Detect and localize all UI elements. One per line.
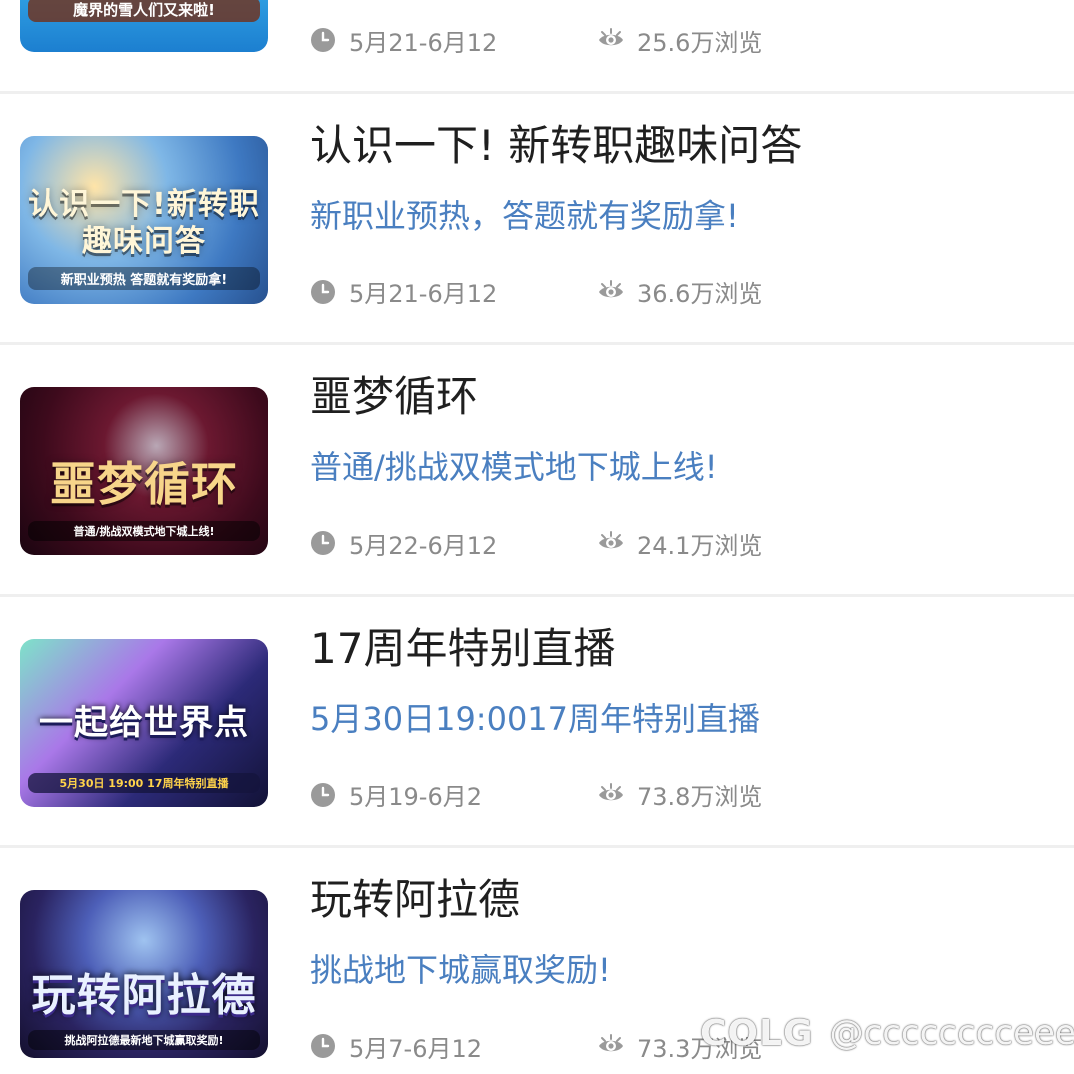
watermark-handle: @cccccccceee (829, 1013, 1074, 1053)
activity-banner[interactable]: 噩梦循环 普通/挑战双模式地下城上线! (20, 387, 268, 555)
eye-icon (599, 531, 623, 549)
eye-icon (599, 28, 623, 46)
activity-meta: 5月21-6月12 36.6万浏览 (310, 272, 1010, 312)
eye-icon (599, 1034, 623, 1052)
date-text: 5月7-6月12 (349, 1034, 483, 1063)
activity-date: 5月19-6月2 (310, 775, 482, 815)
date-text: 5月21-6月12 (349, 280, 498, 308)
list-item[interactable]: 一起给世界点 5月30日 19:00 17周年特别直播 17周年特别直播 5月3… (0, 597, 1074, 848)
list-item[interactable]: 认识一下!新转职趣味问答 新职业预热 答题就有奖励拿! 认识一下! 新转职趣味问… (0, 94, 1074, 345)
activity-meta: 5月22-6月12 24.1万浏览 (310, 523, 1010, 563)
banner-title: 一起给世界点 (39, 702, 249, 743)
list-item[interactable]: 魔界的雪人们又来啦! 5月21-6月12 25.6万浏览 (0, 0, 1074, 94)
views-text: 36.6万浏览 (637, 280, 763, 308)
clock-icon (311, 782, 335, 807)
activity-title: 噩梦循环 (310, 372, 479, 421)
list-item[interactable]: 噩梦循环 普通/挑战双模式地下城上线! 噩梦循环 普通/挑战双模式地下城上线! … (0, 345, 1074, 597)
views-text: 24.1万浏览 (637, 531, 763, 560)
activity-banner[interactable]: 玩转阿拉德 挑战阿拉德最新地下城赢取奖励! (20, 890, 268, 1058)
banner-subtitle: 魔界的雪人们又来啦! (28, 0, 260, 22)
banner-title: 认识一下!新转职趣味问答 (28, 186, 260, 260)
views-text: 73.8万浏览 (637, 783, 763, 811)
clock-icon (311, 1034, 335, 1058)
clock-icon (311, 531, 335, 555)
activity-date: 5月21-6月12 (310, 20, 497, 60)
activity-meta: 5月19-6月2 73.8万浏览 (310, 775, 1010, 815)
activity-subtitle: 新职业预热，答题就有奖励拿! (310, 196, 739, 235)
eye-icon (599, 782, 623, 800)
activity-banner[interactable]: 魔界的雪人们又来啦! (20, 0, 268, 52)
activity-banner[interactable]: 一起给世界点 5月30日 19:00 17周年特别直播 (20, 638, 268, 807)
activity-list: 魔界的雪人们又来啦! 5月21-6月12 25.6万浏览 认识一下!新转职趣味问… (0, 0, 1074, 1074)
activity-views: 73.8万浏览 (598, 775, 762, 815)
activity-views: 36.6万浏览 (598, 272, 762, 312)
clock-icon (311, 28, 335, 52)
date-text: 5月19-6月2 (349, 783, 483, 811)
activity-date: 5月21-6月12 (310, 272, 497, 312)
date-text: 5月21-6月12 (349, 28, 498, 57)
activity-title: 玩转阿拉德 (310, 875, 521, 924)
activity-subtitle: 普通/挑战双模式地下城上线! (310, 448, 718, 486)
activity-title: 17周年特别直播 (310, 623, 616, 673)
watermark: COLG @cccccccceee (700, 1008, 1074, 1058)
banner-subtitle: 5月30日 19:00 17周年特别直播 (28, 772, 260, 793)
banner-subtitle: 普通/挑战双模式地下城上线! (28, 521, 260, 541)
activity-views: 24.1万浏览 (598, 523, 762, 563)
clock-icon (311, 279, 335, 304)
eye-icon (599, 279, 623, 297)
activity-title: 认识一下! 新转职趣味问答 (310, 120, 803, 170)
activity-views: 25.6万浏览 (598, 20, 762, 60)
activity-date: 5月22-6月12 (310, 523, 497, 563)
activity-date: 5月7-6月12 (310, 1026, 482, 1066)
activity-subtitle: 5月30日19:0017周年特别直播 (310, 699, 761, 738)
activity-banner[interactable]: 认识一下!新转职趣味问答 新职业预热 答题就有奖励拿! (20, 135, 268, 304)
banner-title: 噩梦循环 (50, 456, 238, 511)
activity-subtitle: 挑战地下城赢取奖励! (310, 951, 611, 989)
banner-title: 玩转阿拉德 (31, 970, 257, 1021)
watermark-logo: COLG (700, 1012, 814, 1054)
banner-subtitle: 新职业预热 答题就有奖励拿! (28, 266, 260, 290)
activity-meta: 5月21-6月12 25.6万浏览 (310, 20, 1010, 60)
banner-subtitle: 挑战阿拉德最新地下城赢取奖励! (28, 1030, 260, 1050)
views-text: 25.6万浏览 (637, 28, 763, 57)
date-text: 5月22-6月12 (349, 531, 498, 560)
